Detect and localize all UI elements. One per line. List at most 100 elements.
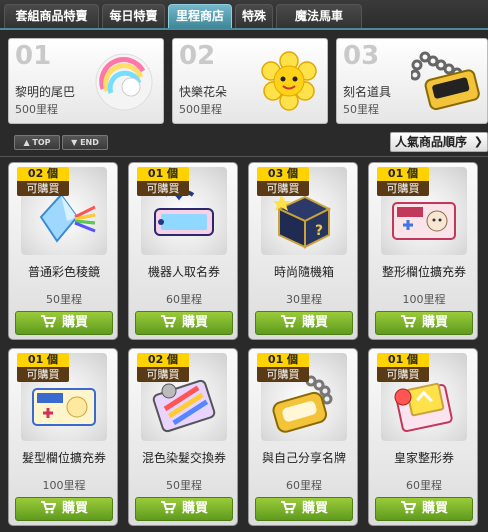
- slot-ticket-icon: [392, 202, 456, 240]
- item-name: 整形欄位擴充券: [381, 265, 466, 279]
- buy-button[interactable]: 購買: [15, 497, 113, 521]
- cart-icon: [400, 315, 416, 328]
- cart-icon: [160, 315, 176, 328]
- buy-label: 購買: [181, 501, 208, 516]
- item-name: 普通彩色稜鏡: [27, 265, 100, 279]
- featured-name: 刻名道具: [343, 85, 392, 99]
- can-buy-label: 可購買: [17, 367, 69, 382]
- random-box-icon: ?: [273, 195, 332, 249]
- buy-button[interactable]: 購買: [255, 497, 353, 521]
- name-ticket-icon: [154, 190, 214, 236]
- chevron-down-icon: ❯: [473, 135, 483, 148]
- item-price: 60里程: [166, 293, 202, 306]
- svg-text:?: ?: [315, 223, 323, 239]
- buy-button[interactable]: 購買: [15, 311, 113, 335]
- item-card[interactable]: 01 個 可購買 整形欄位擴充券 100里程 購買: [368, 162, 478, 340]
- buy-button[interactable]: 購買: [375, 311, 473, 335]
- item-name: 與自己分享名牌: [261, 451, 346, 465]
- stock-count: 02 個: [137, 353, 189, 367]
- item-card[interactable]: 01 個 可購買 皇家整形券 60里程 購買: [368, 348, 478, 526]
- item-card[interactable]: 02 個 可購買 混色染髮交換券 50里程 購買: [128, 348, 238, 526]
- buy-label: 購買: [61, 315, 88, 330]
- move-end-label: END: [80, 138, 99, 147]
- featured-price: 500里程: [15, 103, 58, 116]
- stock-badge: 02 個 可購買: [137, 353, 189, 382]
- tab-mileage-shop[interactable]: 里程商店: [168, 4, 232, 28]
- hair-dye-coupon-icon: [152, 379, 216, 433]
- arrow-down-icon: ▼: [71, 138, 78, 147]
- cart-icon: [40, 501, 56, 514]
- name-tag-icon: [411, 51, 480, 111]
- move-top-label: TOP: [32, 138, 51, 147]
- stock-badge: 02 個 可購買: [17, 167, 69, 196]
- item-price: 60里程: [286, 479, 322, 492]
- stock-count: 02 個: [17, 167, 69, 181]
- item-price: 60里程: [406, 479, 442, 492]
- stock-count: 01 個: [137, 167, 189, 181]
- item-price: 50里程: [46, 293, 82, 306]
- buy-label: 購買: [61, 501, 88, 516]
- item-name: 混色染髮交換券: [141, 451, 226, 465]
- featured-name: 黎明的尾巴: [15, 85, 76, 99]
- move-top-button[interactable]: ▲ TOP: [14, 135, 60, 150]
- sort-order-dropdown[interactable]: 人氣商品順序 ❯: [390, 132, 488, 152]
- cart-icon: [40, 315, 56, 328]
- tab-special[interactable]: 特殊: [235, 4, 273, 28]
- can-buy-label: 可購買: [377, 367, 429, 382]
- nametag-share-icon: [272, 375, 333, 433]
- buy-label: 購買: [421, 501, 448, 516]
- featured-rank: 01: [15, 41, 52, 71]
- tab-magic-carriage[interactable]: 魔法馬車: [276, 4, 362, 28]
- featured-name: 快樂花朵: [179, 85, 228, 99]
- cart-icon: [280, 315, 296, 328]
- stock-count: 03 個: [257, 167, 309, 181]
- can-buy-label: 可購買: [257, 181, 309, 196]
- buy-button[interactable]: 購買: [255, 311, 353, 335]
- royal-coupon-icon: [394, 382, 453, 433]
- stock-badge: 01 個 可購買: [17, 353, 69, 382]
- item-card[interactable]: 02 個 可購買 普通彩色稜鏡 50里程 購買: [8, 162, 118, 340]
- item-price: 100里程: [42, 479, 86, 492]
- featured-item-1[interactable]: 01 黎明的尾巴 500里程: [8, 38, 164, 124]
- stock-count: 01 個: [257, 353, 309, 367]
- buy-label: 購買: [301, 501, 328, 516]
- cart-icon: [160, 501, 176, 514]
- item-price: 30里程: [286, 293, 322, 306]
- item-card[interactable]: ? 03 個 可購買 時尚隨機箱 30里程 購買: [248, 162, 358, 340]
- hair-slot-ticket-icon: [32, 388, 96, 426]
- featured-item-2[interactable]: 02 快樂花朵 500里程: [172, 38, 328, 124]
- item-card[interactable]: 01 個 可購買 機器人取名券 60里程 購買: [128, 162, 238, 340]
- featured-item-3[interactable]: 03 刻名道具 50里程: [336, 38, 488, 124]
- can-buy-label: 可購買: [257, 367, 309, 382]
- item-price: 100里程: [402, 293, 446, 306]
- shop-tab-bar: 套組商品特賣 每日特賣 里程商店 特殊 魔法馬車: [0, 0, 488, 30]
- featured-price: 500里程: [179, 103, 222, 116]
- item-name: 皇家整形券: [393, 451, 454, 465]
- item-name: 髮型欄位擴充券: [21, 451, 106, 465]
- can-buy-label: 可購買: [137, 367, 189, 382]
- can-buy-label: 可購買: [137, 181, 189, 196]
- stock-badge: 01 個 可購買: [137, 167, 189, 196]
- sort-bar: ▲ TOP ▼ END 人氣商品順序 ❯: [8, 132, 488, 152]
- happy-flower-icon: [261, 51, 317, 111]
- can-buy-label: 可購買: [377, 181, 429, 196]
- item-card[interactable]: 01 個 可購買 與自己分享名牌 60里程 購買: [248, 348, 358, 526]
- tab-package-sale[interactable]: 套組商品特賣: [4, 4, 99, 28]
- can-buy-label: 可購買: [17, 181, 69, 196]
- tab-daily-sale[interactable]: 每日特賣: [102, 4, 165, 28]
- stock-badge: 01 個 可購買: [377, 167, 429, 196]
- buy-button[interactable]: 購買: [375, 497, 473, 521]
- stock-badge: 01 個 可購買: [257, 353, 309, 382]
- stock-count: 01 個: [377, 353, 429, 367]
- move-end-button[interactable]: ▼ END: [62, 135, 108, 150]
- sort-order-label: 人氣商品順序: [395, 135, 468, 149]
- buy-label: 購買: [181, 315, 208, 330]
- buy-button[interactable]: 購買: [135, 311, 233, 335]
- stock-badge: 03 個 可購買: [257, 167, 309, 196]
- cart-icon: [280, 501, 296, 514]
- item-card[interactable]: 01 個 可購買 髮型欄位擴充券 100里程 購買: [8, 348, 118, 526]
- buy-label: 購買: [421, 315, 448, 330]
- arrow-up-icon: ▲: [23, 138, 30, 147]
- stock-count: 01 個: [377, 167, 429, 181]
- buy-button[interactable]: 購買: [135, 497, 233, 521]
